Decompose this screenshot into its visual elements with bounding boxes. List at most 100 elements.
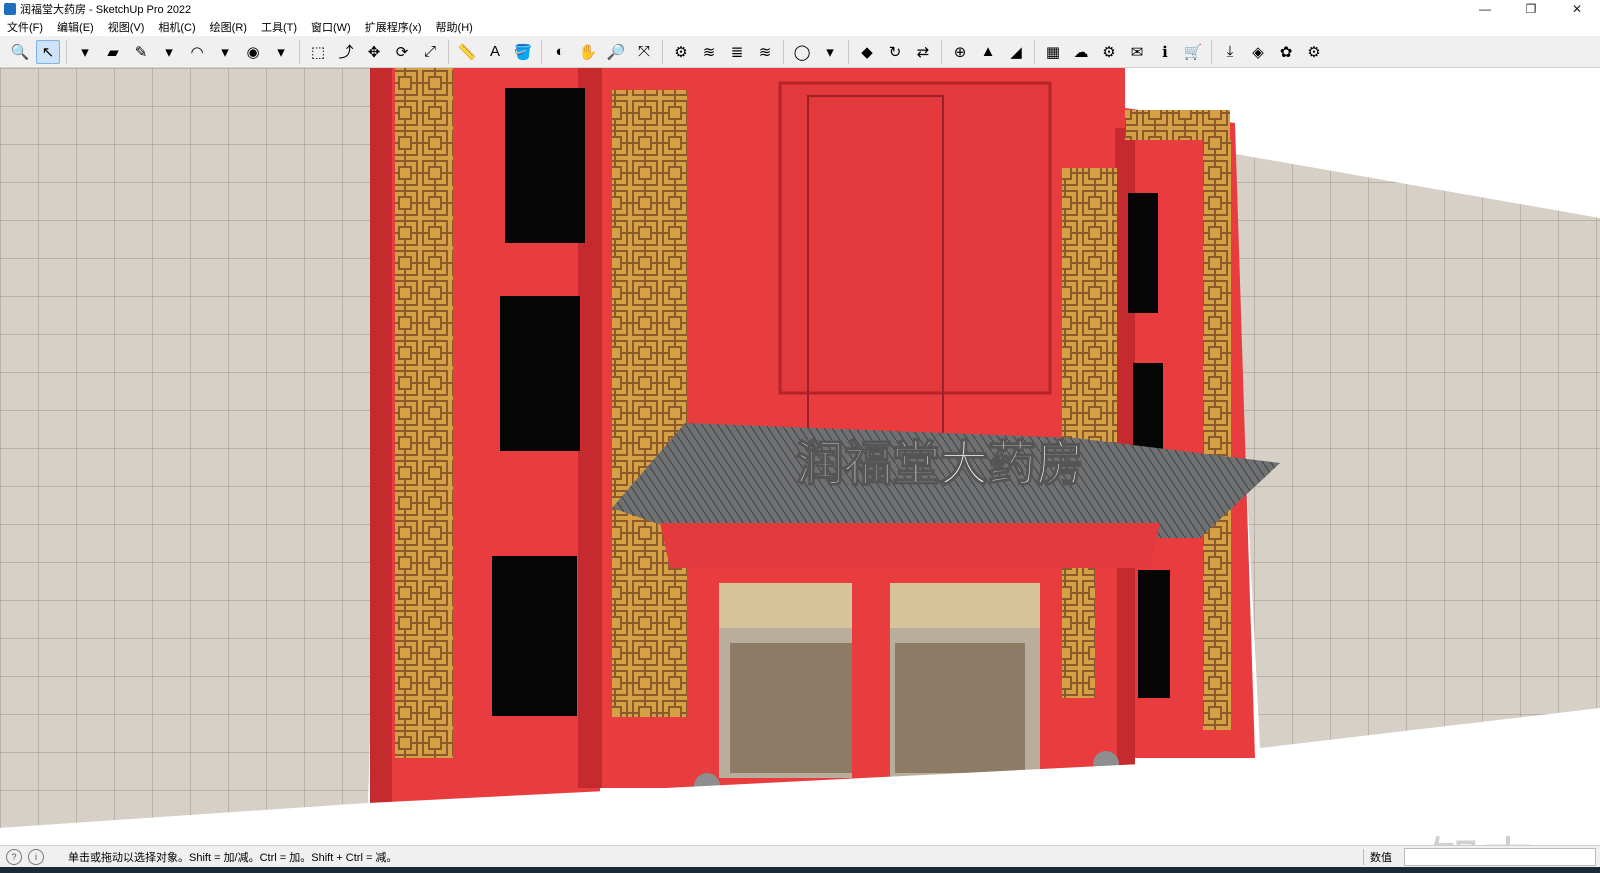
toolbar-separator xyxy=(662,39,663,64)
close-button[interactable]: ✕ xyxy=(1554,0,1600,18)
taskbar-strip xyxy=(0,867,1600,873)
measurements-box: 数值 xyxy=(1363,846,1600,868)
rotate-icon[interactable]: ⟳ xyxy=(390,40,414,64)
lattice-panel-right xyxy=(1125,110,1230,140)
canopy-beam xyxy=(660,523,1160,568)
sketchup-logo-icon xyxy=(4,3,16,15)
text-icon[interactable]: A xyxy=(483,40,507,64)
extension-warehouse-icon[interactable]: ≋ xyxy=(697,40,721,64)
warehouse-icon[interactable]: ⚙ xyxy=(669,40,693,64)
toolbar-separator xyxy=(1211,39,1212,64)
cloud-upload-icon[interactable]: ☁ xyxy=(1069,40,1093,64)
zoom-extents-icon[interactable]: ⤧ xyxy=(632,40,656,64)
refresh-icon[interactable]: ↻ xyxy=(883,40,907,64)
zoom-tool-icon[interactable]: 🔎 xyxy=(604,40,628,64)
menu-view[interactable]: 视图(V) xyxy=(101,19,152,35)
pencil-line-icon[interactable]: ✎ xyxy=(129,40,153,64)
user-icon[interactable]: ◯ xyxy=(790,40,814,64)
window-left-top xyxy=(505,88,585,243)
shape-dropdown-icon[interactable]: ▾ xyxy=(269,40,293,64)
tape-measure-icon[interactable]: 📏 xyxy=(455,40,479,64)
window-right-top xyxy=(1128,193,1158,313)
facade-left-edge xyxy=(370,68,392,803)
arc-icon[interactable]: ◠ xyxy=(185,40,209,64)
restore-button[interactable]: ❐ xyxy=(1508,0,1554,18)
lattice-panel-far-right xyxy=(1203,140,1231,730)
menu-bar: 文件(F) 编辑(E) 视图(V) 相机(C) 绘图(R) 工具(T) 窗口(W… xyxy=(0,18,1600,36)
window-right-bottom xyxy=(1138,570,1170,698)
move-icon[interactable]: ✥ xyxy=(362,40,386,64)
menu-camera[interactable]: 相机(C) xyxy=(151,19,202,35)
menu-window[interactable]: 窗口(W) xyxy=(304,19,358,35)
geo-location-icon[interactable]: ? xyxy=(6,849,22,865)
plugin-b-icon[interactable]: ◈ xyxy=(1246,40,1270,64)
orbit-icon[interactable]: ◐ xyxy=(548,40,572,64)
info-icon[interactable]: ℹ xyxy=(1153,40,1177,64)
scale-icon[interactable]: ⤢ xyxy=(418,40,442,64)
entrance-door-pillar xyxy=(852,578,890,778)
menu-file[interactable]: 文件(F) xyxy=(0,19,50,35)
settings-gears-icon[interactable]: ⚙ xyxy=(1097,40,1121,64)
push-pull-icon[interactable]: ⬚ xyxy=(306,40,330,64)
toolbar-separator xyxy=(299,39,300,64)
checker-icon[interactable]: ▦ xyxy=(1041,40,1065,64)
right-wall xyxy=(1230,153,1600,748)
window-title: 润福堂大药房 - SketchUp Pro 2022 xyxy=(20,4,192,16)
outliner-icon[interactable]: ≋ xyxy=(753,40,777,64)
select-dropdown-icon[interactable]: ▾ xyxy=(73,40,97,64)
center-panel xyxy=(778,81,1052,395)
main-toolbar: 🔍 ↖ ▾ ▰ ✎ ▾ ◠ ▾ ◉ ▾ ⬚ ⤴ ✥ ⟳ ⤢ 📏 A 🪣 ◐ ✋ 🔎 ⤧ ⚙ ≋ ≣ ≋ ◯ ▾ ◆ ↻ ⇄ ⊕ ▲ ◢ ▦ ☁ ⚙ ✉ ℹ 🛒… xyxy=(0,36,1600,68)
plugin-c-icon[interactable]: ✿ xyxy=(1274,40,1298,64)
lattice-panel-left xyxy=(395,68,453,758)
follow-me-icon[interactable]: ⤴ xyxy=(334,40,358,64)
model-viewport[interactable]: 润福堂大药房 知末 ID: 1175099213 xyxy=(0,68,1600,845)
plugin-d-icon[interactable]: ⚙ xyxy=(1302,40,1326,64)
pan-icon[interactable]: ✋ xyxy=(576,40,600,64)
toolbar-separator xyxy=(448,39,449,64)
user-dropdown-icon[interactable]: ▾ xyxy=(818,40,842,64)
plugin-a-icon[interactable]: ◆ xyxy=(855,40,879,64)
measurements-input[interactable] xyxy=(1404,848,1596,866)
window-left-bottom xyxy=(492,556,577,716)
menu-edit[interactable]: 编辑(E) xyxy=(50,19,101,35)
terrain-icon[interactable]: ◢ xyxy=(1004,40,1028,64)
minimize-button[interactable]: — xyxy=(1462,0,1508,18)
mail-icon[interactable]: ✉ xyxy=(1125,40,1149,64)
measurements-label: 数值 xyxy=(1363,849,1404,865)
entrance-interior-left xyxy=(730,643,860,773)
left-wall xyxy=(0,68,390,828)
scene-render: 润福堂大药房 xyxy=(0,68,1600,845)
download-icon[interactable]: ⤓ xyxy=(1218,40,1242,64)
line-dropdown-icon[interactable]: ▾ xyxy=(157,40,181,64)
paint-bucket-icon[interactable]: 🪣 xyxy=(511,40,535,64)
toolbar-separator xyxy=(783,39,784,64)
entrance-interior-right xyxy=(895,643,1025,773)
layers-icon[interactable]: ≣ xyxy=(725,40,749,64)
status-bar: ? i 单击或拖动以选择对象。Shift = 加/减。Ctrl = 加。Shif… xyxy=(0,845,1600,868)
select-tool-icon[interactable]: ↖ xyxy=(36,39,60,64)
lattice-panel-center-left xyxy=(612,90,687,717)
tree-icon[interactable]: ▲ xyxy=(976,40,1000,64)
shop-sign-text: 润福堂大药房 xyxy=(796,436,1084,492)
cart-icon[interactable]: 🛒 xyxy=(1181,40,1205,64)
watermark-logo: 知末 xyxy=(1428,820,1536,845)
eraser-icon[interactable]: ▰ xyxy=(101,40,125,64)
transfer-icon[interactable]: ⇄ xyxy=(911,40,935,64)
toolbar-separator xyxy=(66,39,67,64)
pillar-left xyxy=(697,538,719,788)
toolbar-separator xyxy=(941,39,942,64)
window-left-middle xyxy=(500,296,580,451)
window-controls: — ❐ ✕ xyxy=(1462,0,1600,18)
zoom-icon[interactable]: 🔍 xyxy=(8,40,32,64)
menu-draw[interactable]: 绘图(R) xyxy=(203,19,254,35)
status-message: 单击或拖动以选择对象。Shift = 加/减。Ctrl = 加。Shift + … xyxy=(68,852,398,864)
shape-icon[interactable]: ◉ xyxy=(241,40,265,64)
add-circle-icon[interactable]: ⊕ xyxy=(948,40,972,64)
menu-extensions[interactable]: 扩展程序(x) xyxy=(358,19,429,35)
menu-help[interactable]: 帮助(H) xyxy=(429,19,480,35)
menu-tools[interactable]: 工具(T) xyxy=(254,19,304,35)
pillar-right xyxy=(1095,538,1117,768)
arc-dropdown-icon[interactable]: ▾ xyxy=(213,40,237,64)
title-bar: 润福堂大药房 - SketchUp Pro 2022 — ❐ ✕ xyxy=(0,0,1600,18)
instructor-icon[interactable]: i xyxy=(28,849,44,865)
